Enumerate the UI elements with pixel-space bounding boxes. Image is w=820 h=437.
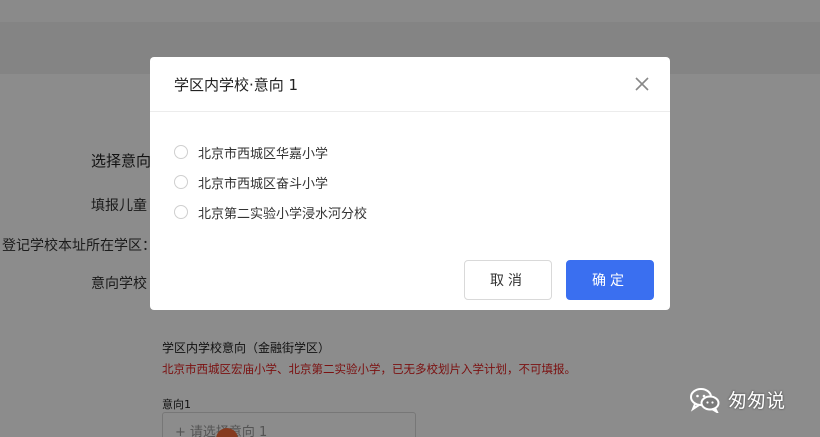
school-option-2[interactable]: 北京市西城区奋斗小学 — [174, 172, 328, 192]
modal-title: 学区内学校·意向 1 — [174, 76, 299, 94]
close-button[interactable] — [632, 74, 652, 94]
radio-button[interactable] — [174, 205, 188, 219]
cancel-button[interactable]: 取消 — [464, 260, 552, 300]
close-icon — [635, 77, 649, 91]
radio-button[interactable] — [174, 175, 188, 189]
school-option-label: 北京市西城区华嘉小学 — [198, 146, 329, 162]
school-option-label: 北京市西城区奋斗小学 — [198, 176, 329, 192]
confirm-button[interactable]: 确定 — [566, 260, 654, 300]
watermark-text: 匆匆说 — [728, 390, 786, 412]
school-option-label: 北京第二实验小学浸水河分校 — [198, 206, 368, 222]
radio-button[interactable] — [174, 145, 188, 159]
school-intent-modal: 学区内学校·意向 1 北京市西城区华嘉小学 北京市西城区奋斗小学 北京第二实验小… — [150, 57, 670, 310]
wechat-icon — [690, 387, 720, 413]
modal-header: 学区内学校·意向 1 — [150, 57, 670, 112]
watermark: 匆匆说 — [690, 386, 785, 413]
school-option-3[interactable]: 北京第二实验小学浸水河分校 — [174, 202, 367, 222]
school-option-1[interactable]: 北京市西城区华嘉小学 — [174, 142, 328, 162]
